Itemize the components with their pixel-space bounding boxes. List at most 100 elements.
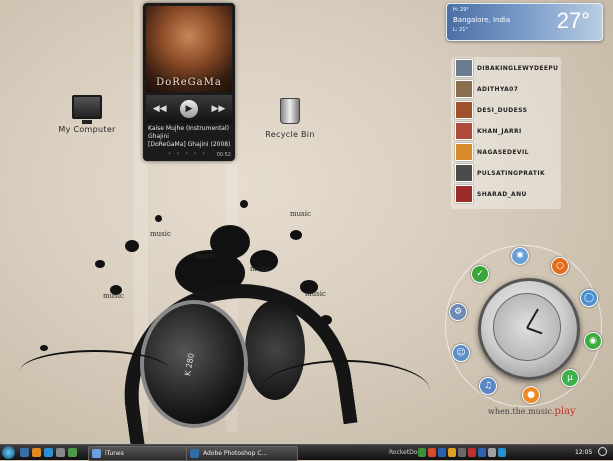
search-icon[interactable] — [598, 447, 607, 456]
tray-icon[interactable] — [448, 448, 456, 457]
contact-item[interactable]: NAGASEDEVIL — [455, 143, 529, 161]
contact-item[interactable]: PULSATINGPRATIK — [455, 164, 545, 182]
utorrent-icon[interactable]: μ — [561, 369, 579, 387]
previous-track-button[interactable]: ◀◀ — [153, 104, 167, 114]
clock-minute-hand — [526, 308, 539, 329]
ink-splat — [290, 230, 302, 240]
network-icon[interactable] — [498, 448, 506, 457]
contact-item[interactable]: ADITHYA07 — [455, 80, 518, 98]
album-cover-text: DoReGaMa — [156, 77, 222, 88]
wallpaper-slogan: when.the.music.play — [488, 406, 576, 417]
contact-name: SHARAD_ANU — [477, 190, 527, 198]
checkmark-icon[interactable]: ✓ — [471, 265, 489, 283]
weather-widget[interactable]: H: 29° Bangalore, India L: 21° 27° — [446, 3, 603, 41]
taskbar-item-label: iTunes — [105, 450, 124, 457]
recycle-bin-icon — [280, 98, 300, 124]
clock-face — [493, 293, 561, 361]
contact-item[interactable]: DESI_DUDESS — [455, 101, 527, 119]
player-controls: ◀◀ ▶ ▶▶ — [146, 95, 232, 123]
music-word: music — [250, 265, 271, 273]
next-track-button[interactable]: ▶▶ — [211, 104, 225, 114]
slogan-play: play — [554, 406, 576, 417]
taskbar-clock[interactable]: 12:05 — [575, 446, 592, 459]
headphone-cable — [260, 360, 430, 422]
firefox-icon[interactable]: ○ — [551, 257, 569, 275]
album-cover: DoReGaMa — [146, 6, 232, 92]
contact-name: KHAN_JARRI — [477, 127, 522, 135]
track-info: Kaise Mujhe (Instrumental) Ghajini [DoRe… — [148, 125, 232, 149]
weather-high: H: 29° — [453, 7, 469, 13]
desktop-icon-label: Recycle Bin — [265, 130, 315, 139]
quick-launch-icon[interactable] — [68, 448, 77, 457]
avatar — [455, 143, 473, 161]
contact-item[interactable]: KHAN_JARRI — [455, 122, 522, 140]
taskbar-item-itunes[interactable]: iTunes — [88, 446, 200, 461]
avatar — [455, 59, 473, 77]
tray-icon[interactable] — [438, 448, 446, 457]
contact-item[interactable]: DIBAKINGLEWYDEEPU — [455, 59, 558, 77]
track-time: 00:52 — [216, 152, 231, 158]
desktop-icon-recycle-bin[interactable]: Recycle Bin — [258, 98, 322, 139]
avatar — [455, 101, 473, 119]
tray-icon[interactable] — [428, 448, 436, 457]
ink-splat — [40, 345, 48, 351]
music-player-widget: DoReGaMa ◀◀ ▶ ▶▶ Kaise Mujhe (Instrument… — [143, 3, 235, 161]
track-album: Ghajini — [148, 133, 169, 140]
globe-icon[interactable]: ◯ — [580, 289, 598, 307]
music-note-icon[interactable]: ♫ — [479, 377, 497, 395]
avatar — [455, 122, 473, 140]
contact-item[interactable]: SHARAD_ANU — [455, 185, 527, 203]
taskbar-item-photoshop[interactable]: Adobe Photoshop C... — [186, 446, 298, 461]
ink-splat — [155, 215, 162, 222]
track-artist: [DoReGaMa] Ghajini (2008) — [148, 141, 231, 148]
volume-icon[interactable] — [488, 448, 496, 457]
quick-launch-icon[interactable] — [56, 448, 65, 457]
progress-dots: • • • • • — [168, 151, 208, 157]
music-word: music — [305, 290, 326, 298]
tray-icon[interactable] — [478, 448, 486, 457]
music-word: music — [103, 292, 124, 300]
taskbar: iTunes Adobe Photoshop C... RocketDock 1… — [0, 444, 613, 461]
avatar — [455, 164, 473, 182]
gear-icon[interactable]: ⚙ — [449, 303, 467, 321]
firefox-orb-icon[interactable]: ● — [522, 386, 540, 404]
taskbar-item-label: Adobe Photoshop C... — [203, 450, 268, 457]
headphone-cable — [20, 350, 170, 392]
track-title: Kaise Mujhe (Instrumental) — [148, 125, 229, 132]
firefox-icon[interactable] — [32, 448, 41, 457]
photoshop-icon — [190, 449, 199, 458]
clock-hour-hand — [526, 327, 543, 335]
tray-icon[interactable] — [418, 448, 426, 457]
analog-clock[interactable] — [478, 278, 580, 380]
system-tray — [418, 448, 506, 457]
slogan-prefix: when.the.music. — [488, 407, 555, 416]
tray-icon[interactable] — [468, 448, 476, 457]
avatar — [455, 185, 473, 203]
contact-name: ADITHYA07 — [477, 85, 519, 93]
avatar — [455, 80, 473, 98]
computer-icon — [72, 95, 102, 124]
ink-splat — [240, 200, 248, 208]
contacts-widget: DIBAKINGLEWYDEEPU ADITHYA07 DESI_DUDESS … — [451, 57, 561, 209]
contact-name: DESI_DUDESS — [477, 106, 528, 114]
contact-name: NAGASEDEVIL — [477, 148, 529, 156]
contact-name: DIBAKINGLEWYDEEPU — [477, 64, 559, 72]
desktop-icon-label: My Computer — [58, 125, 116, 134]
start-button[interactable] — [2, 446, 15, 459]
internet-explorer-icon[interactable] — [44, 448, 53, 457]
show-desktop-icon[interactable] — [20, 448, 29, 457]
ink-splat — [95, 260, 105, 268]
network-icon[interactable]: ✱ — [511, 247, 529, 265]
itunes-icon — [92, 449, 101, 458]
weather-low: L: 21° — [453, 27, 468, 33]
tray-icon[interactable] — [458, 448, 466, 457]
weather-city: Bangalore, India — [453, 16, 511, 24]
weather-temperature: 27° — [556, 8, 590, 33]
music-word: music — [195, 252, 216, 260]
play-button[interactable]: ▶ — [180, 100, 198, 118]
ink-splat — [125, 240, 139, 252]
chrome-icon[interactable]: ◉ — [584, 332, 602, 350]
messenger-icon[interactable]: ☺ — [452, 344, 470, 362]
desktop-icon-my-computer[interactable]: My Computer — [55, 95, 119, 134]
music-word: music — [290, 210, 311, 218]
